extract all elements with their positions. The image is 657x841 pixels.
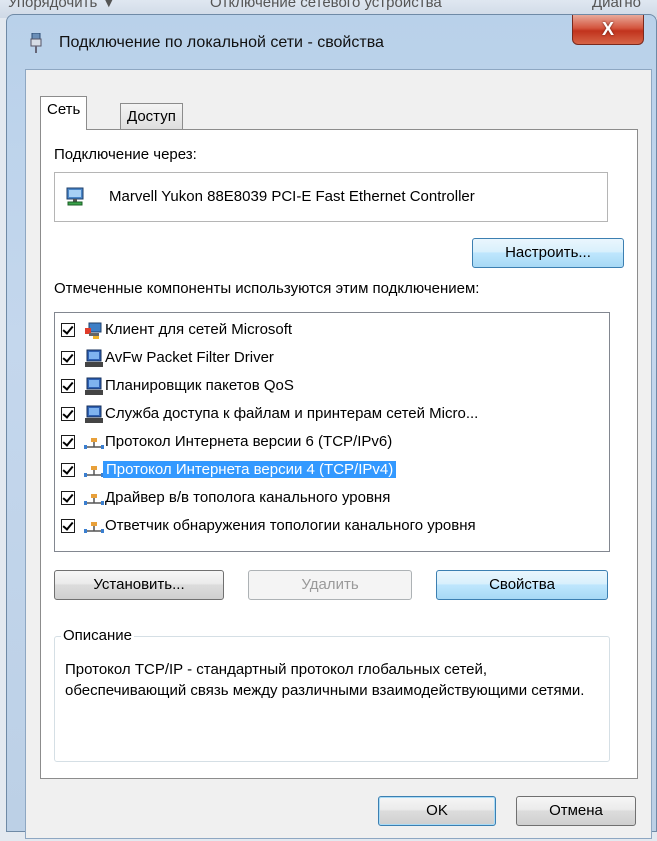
properties-button[interactable]: Свойства xyxy=(436,570,608,600)
network-service-icon xyxy=(85,349,103,367)
list-item[interactable]: Клиент для сетей Microsoft xyxy=(55,317,607,345)
bg-diagnose-item: Диагно xyxy=(592,0,641,11)
description-legend: Описание xyxy=(61,627,135,644)
list-item[interactable]: Протокол Интернета версии 6 (TCP/IPv6) xyxy=(55,429,607,457)
tab-network-label: Сеть xyxy=(47,101,81,118)
checkbox[interactable] xyxy=(61,379,75,393)
list-item[interactable]: Планировщик пакетов QoS xyxy=(55,373,607,401)
tab-network[interactable]: Сеть xyxy=(40,96,88,130)
description-group: Описание Протокол TCP/IP - стандартный п… xyxy=(54,627,610,762)
component-label: Протокол Интернета версии 4 (TCP/IPv4) xyxy=(103,461,397,478)
network-adapter-icon xyxy=(66,187,84,206)
protocol-icon xyxy=(84,522,104,533)
list-item[interactable]: Ответчик обнаружения топологии канальног… xyxy=(55,513,607,541)
checkbox[interactable] xyxy=(61,435,75,449)
checkbox[interactable] xyxy=(61,463,75,477)
adapter-name: Marvell Yukon 88E8039 PCI-E Fast Etherne… xyxy=(109,188,475,205)
close-button[interactable]: X xyxy=(572,15,644,45)
checkbox[interactable] xyxy=(61,323,75,337)
components-label: Отмеченные компоненты используются этим … xyxy=(54,280,480,297)
configure-button[interactable]: Настроить... xyxy=(472,238,624,268)
network-service-icon xyxy=(85,377,103,395)
checkbox[interactable] xyxy=(61,351,75,365)
bg-disable-device-item: Отключение сетевого устройства xyxy=(210,0,442,11)
checkbox[interactable] xyxy=(61,407,75,421)
component-label: Клиент для сетей Microsoft xyxy=(105,321,293,338)
list-item-selected[interactable]: Протокол Интернета версии 4 (TCP/IPv4) xyxy=(55,457,607,485)
description-text: Протокол TCP/IP - стандартный протокол г… xyxy=(65,661,585,699)
protocol-icon xyxy=(84,494,104,505)
list-item[interactable]: Драйвер в/в тополога канального уровня xyxy=(55,485,607,513)
list-item[interactable]: Служба доступа к файлам и принтерам сете… xyxy=(55,401,607,429)
install-button[interactable]: Установить... xyxy=(54,570,224,600)
checkbox[interactable] xyxy=(61,491,75,505)
cancel-button[interactable]: Отмена xyxy=(516,796,636,826)
connect-via-label: Подключение через: xyxy=(54,146,197,163)
network-client-icon xyxy=(85,322,102,339)
component-label: Драйвер в/в тополога канального уровня xyxy=(105,489,391,506)
list-item[interactable]: AvFw Packet Filter Driver xyxy=(55,345,607,373)
network-service-icon xyxy=(85,405,103,423)
remove-button[interactable]: Удалить xyxy=(248,570,412,600)
protocol-icon xyxy=(84,438,104,449)
components-list[interactable]: Клиент для сетей Microsoft AvFw Packet F… xyxy=(54,312,610,552)
component-label: AvFw Packet Filter Driver xyxy=(105,349,274,366)
checkbox[interactable] xyxy=(61,519,75,533)
component-label: Ответчик обнаружения топологии канальног… xyxy=(105,517,476,534)
window-title: Подключение по локальной сети - свойства xyxy=(59,34,384,51)
adapter-box: Marvell Yukon 88E8039 PCI-E Fast Etherne… xyxy=(54,172,608,222)
bg-organize-item: Упорядочить ▼ xyxy=(8,0,117,11)
title-bar[interactable]: Подключение по локальной сети - свойства… xyxy=(7,15,656,67)
properties-dialog: Подключение по локальной сети - свойства… xyxy=(6,14,657,839)
tab-sharing-accel: Д xyxy=(127,108,138,125)
tab-sharing-label: оступ xyxy=(137,108,176,125)
network-plug-icon xyxy=(30,33,42,53)
component-label: Протокол Интернета версии 6 (TCP/IPv6) xyxy=(105,433,393,450)
dialog-client-area: Сеть Доступ Подключение через: Marvell Y… xyxy=(25,69,652,839)
protocol-icon xyxy=(84,466,104,477)
tab-sharing[interactable]: Доступ xyxy=(120,103,183,131)
component-label: Служба доступа к файлам и принтерам сете… xyxy=(105,405,479,422)
component-label: Планировщик пакетов QoS xyxy=(105,377,294,394)
ok-button[interactable]: OK xyxy=(378,796,496,826)
